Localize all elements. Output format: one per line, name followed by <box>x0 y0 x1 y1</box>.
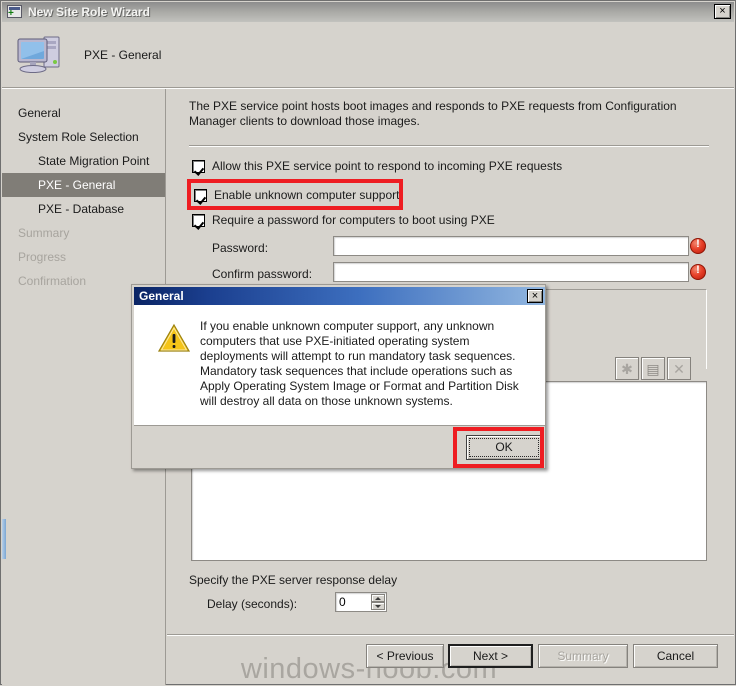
checkbox-icon[interactable] <box>192 159 205 173</box>
sidebar-item-label: Progress <box>18 250 67 264</box>
dialog-body: If you enable unknown computer support, … <box>134 305 545 425</box>
footer-divider-light <box>167 635 734 636</box>
cancel-button[interactable]: Cancel <box>633 644 718 668</box>
sidebar-item-pxe-database[interactable]: PXE - Database <box>2 197 165 221</box>
delay-label: Delay (seconds): <box>207 597 298 611</box>
sidebar-item-label: System Role Selection <box>18 130 139 144</box>
checkbox-require-password[interactable]: Require a password for computers to boot… <box>192 213 495 227</box>
sidebar-item-summary: Summary <box>2 221 165 245</box>
sidebar-item-label: PXE - General <box>38 178 116 192</box>
sidebar-item-label: Confirmation <box>18 274 87 288</box>
properties-icon[interactable]: ▤ <box>641 357 665 380</box>
ok-button-label: OK <box>495 440 513 454</box>
stepper-down-icon[interactable] <box>371 602 385 610</box>
summary-button: Summary <box>538 644 628 668</box>
new-item-icon[interactable]: ✱ <box>615 357 639 380</box>
window-titlebar: + New Site Role Wizard × <box>2 2 734 22</box>
window-title: New Site Role Wizard <box>28 5 150 19</box>
checkbox-allow-pxe-respond[interactable]: Allow this PXE service point to respond … <box>192 159 562 173</box>
wizard-icon: + <box>7 5 23 19</box>
checkbox-icon[interactable] <box>192 213 205 227</box>
sidebar-item-label: Summary <box>18 226 70 240</box>
checkbox-label: Enable unknown computer support <box>214 188 400 202</box>
next-button[interactable]: Next > <box>448 644 533 668</box>
delay-value: 0 <box>339 595 346 609</box>
password-input[interactable] <box>333 236 689 256</box>
password-label: Password: <box>212 241 269 255</box>
ok-button[interactable]: OK <box>466 435 542 460</box>
page-title: PXE - General <box>84 48 162 62</box>
error-icon <box>690 238 706 254</box>
sidebar-item-progress: Progress <box>2 245 165 269</box>
warning-icon <box>157 323 191 353</box>
dialog-titlebar: General × <box>134 287 545 305</box>
sidebar-item-state-migration-point[interactable]: State Migration Point <box>2 149 165 173</box>
sidebar-item-label: PXE - Database <box>38 202 125 216</box>
dialog-title: General <box>139 289 184 303</box>
checkbox-label: Require a password for computers to boot… <box>212 213 495 227</box>
dialog-footer: OK <box>134 425 545 468</box>
close-icon[interactable]: × <box>714 4 731 19</box>
sidebar-item-label: General <box>18 106 61 120</box>
error-icon <box>690 264 706 280</box>
delay-section-title: Specify the PXE server response delay <box>189 573 398 587</box>
computer-icon <box>14 31 66 79</box>
dialog-message: If you enable unknown computer support, … <box>200 319 519 408</box>
warning-dialog: General × If you enable unknown computer… <box>131 284 546 469</box>
close-icon[interactable]: × <box>527 289 543 303</box>
sidebar-item-label: State Migration Point <box>38 154 150 168</box>
scrollbar-accent[interactable] <box>2 519 6 559</box>
sidebar-item-general[interactable]: General <box>2 101 165 125</box>
sidebar-item-system-role-selection[interactable]: System Role Selection <box>2 125 165 149</box>
previous-button[interactable]: < Previous <box>366 644 444 668</box>
checkbox-enable-unknown-computer-support[interactable]: Enable unknown computer support <box>194 188 399 202</box>
checkbox-label: Allow this PXE service point to respond … <box>212 159 563 173</box>
checkbox-icon[interactable] <box>194 188 207 202</box>
confirm-password-input[interactable] <box>333 262 689 282</box>
content-divider-light <box>189 146 709 147</box>
sidebar-item-pxe-general[interactable]: PXE - General <box>2 173 165 197</box>
delay-stepper[interactable]: 0 <box>335 592 387 612</box>
confirm-password-label: Confirm password: <box>212 267 313 281</box>
delete-icon[interactable]: ✕ <box>667 357 691 380</box>
page-description: The PXE service point hosts boot images … <box>189 99 677 128</box>
wizard-window: + New Site Role Wizard × PXE - General G… <box>0 0 736 685</box>
wizard-header: PXE - General <box>2 22 734 88</box>
stepper-up-icon[interactable] <box>371 594 385 602</box>
